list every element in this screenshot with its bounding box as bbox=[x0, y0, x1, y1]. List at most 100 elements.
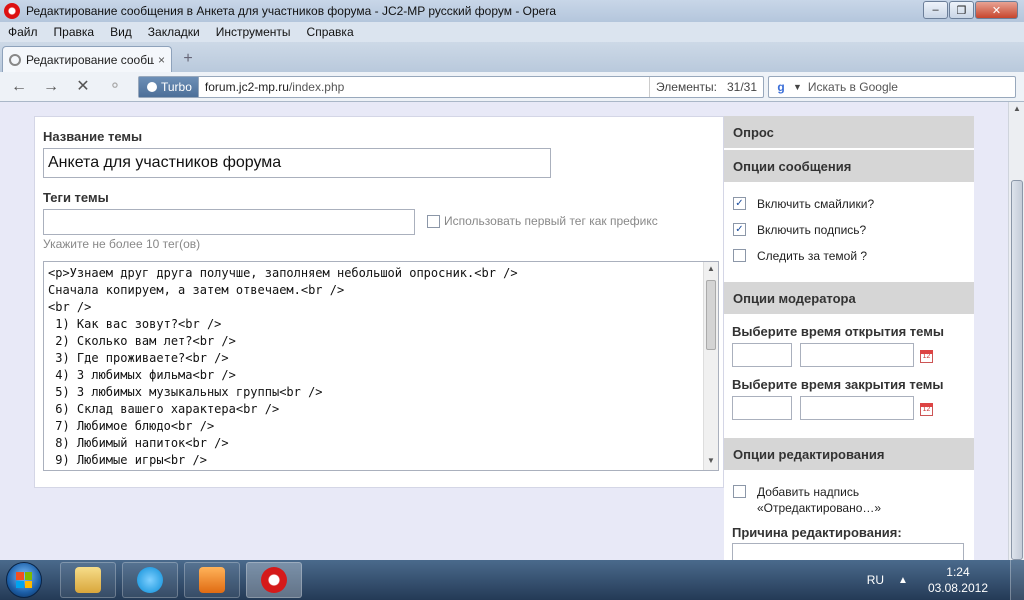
close-time-label: Выберите время закрытия темы bbox=[732, 377, 944, 392]
opera-icon bbox=[261, 567, 287, 593]
topic-tags-input[interactable] bbox=[43, 209, 415, 235]
tray-expand-icon[interactable]: ▲ bbox=[898, 575, 908, 586]
window-title: Редактирование сообщения в Анкета для уч… bbox=[26, 4, 557, 18]
poll-header[interactable]: Опрос bbox=[724, 116, 974, 148]
scroll-up-icon[interactable]: ▲ bbox=[1013, 104, 1021, 113]
editor-line[interactable]: 2) Сколько вам лет?<br /> bbox=[44, 333, 718, 350]
chevron-down-icon[interactable]: ▼ bbox=[793, 82, 802, 92]
windows-logo-icon bbox=[16, 572, 32, 588]
taskbar-opera[interactable] bbox=[246, 562, 302, 598]
editor-scroll-thumb[interactable] bbox=[706, 280, 716, 350]
editor-line[interactable]: 7) Любимое блюдо<br /> bbox=[44, 418, 718, 435]
calendar-icon[interactable]: 12 bbox=[920, 403, 933, 416]
elements-label: Элементы: bbox=[656, 80, 717, 94]
prefix-option[interactable]: Использовать первый тег как префикс bbox=[427, 214, 658, 228]
moderator-options-header: Опции модератора bbox=[724, 282, 974, 314]
menu-file[interactable]: Файл bbox=[0, 25, 46, 39]
taskbar: RU ▲ 1:24 03.08.2012 bbox=[0, 560, 1024, 600]
page-scrollbar[interactable]: ▲ bbox=[1008, 102, 1024, 560]
close-button[interactable]: ✕ bbox=[975, 1, 1018, 19]
option-subscribe[interactable]: Следить за темой ? bbox=[733, 248, 867, 264]
editor-line[interactable]: <br /> bbox=[44, 299, 718, 316]
subscribe-checkbox[interactable] bbox=[733, 249, 746, 262]
url-path: /index.php bbox=[288, 80, 345, 94]
turbo-label: Turbo bbox=[161, 80, 192, 94]
tags-hint: Укажите не более 10 тег(ов) bbox=[43, 237, 201, 251]
message-editor[interactable]: <p>Узнаем друг друга получше, заполняем … bbox=[43, 261, 719, 471]
menu-bar: Файл Правка Вид Закладки Инструменты Спр… bbox=[0, 22, 1024, 42]
taskbar-media-player[interactable] bbox=[184, 562, 240, 598]
google-icon[interactable]: g bbox=[773, 79, 789, 95]
language-indicator[interactable]: RU bbox=[867, 573, 884, 587]
topic-title-input[interactable]: Анкета для участников форума bbox=[43, 148, 551, 178]
menu-help[interactable]: Справка bbox=[299, 25, 362, 39]
navigation-bar: ← → ✕ ⚬ Turbo forum.jc2-mp.ru/index.php … bbox=[0, 72, 1024, 102]
turbo-button[interactable]: Turbo bbox=[139, 77, 199, 97]
message-options-header: Опции сообщения bbox=[724, 150, 974, 182]
menu-edit[interactable]: Правка bbox=[46, 25, 103, 39]
prefix-label: Использовать первый тег как префикс bbox=[444, 214, 658, 228]
close-date-input[interactable] bbox=[800, 396, 914, 420]
signature-checkbox[interactable]: ✓ bbox=[733, 223, 746, 236]
key-icon[interactable]: ⚬ bbox=[104, 77, 126, 97]
clock[interactable]: 1:24 03.08.2012 bbox=[928, 564, 988, 596]
editor-line[interactable]: 5) 3 любимых музыкальных группы<br /> bbox=[44, 384, 718, 401]
back-arrow-icon[interactable]: ← bbox=[8, 77, 30, 97]
window-controls: – ❐ ✕ bbox=[923, 1, 1018, 19]
menu-tools[interactable]: Инструменты bbox=[208, 25, 299, 39]
edit-options-header: Опции редактирования bbox=[724, 438, 974, 470]
smilies-checkbox[interactable]: ✓ bbox=[733, 197, 746, 210]
option-edit-note[interactable]: Добавить надпись «Отредактировано…» bbox=[733, 484, 881, 516]
clock-time: 1:24 bbox=[946, 565, 970, 579]
open-time-input[interactable] bbox=[732, 343, 792, 367]
editor-line[interactable]: 9) Любимые игры<br /> bbox=[44, 452, 718, 469]
edit-note-line2: «Отредактировано…» bbox=[757, 501, 882, 515]
taskbar-explorer[interactable] bbox=[60, 562, 116, 598]
skype-icon bbox=[137, 567, 163, 593]
editor-line[interactable]: 1) Как вас зовут?<br /> bbox=[44, 316, 718, 333]
forward-arrow-icon[interactable]: → bbox=[40, 77, 62, 97]
new-tab-button[interactable]: + bbox=[178, 50, 198, 68]
editor-line[interactable]: <p>Узнаем друг друга получше, заполняем … bbox=[44, 265, 718, 282]
show-desktop-button[interactable] bbox=[1010, 560, 1024, 600]
editor-line[interactable]: 8) Любимый напиток<br /> bbox=[44, 435, 718, 452]
menu-bookmarks[interactable]: Закладки bbox=[140, 25, 208, 39]
scroll-up-icon[interactable]: ▲ bbox=[707, 264, 715, 273]
maximize-button[interactable]: ❐ bbox=[949, 1, 974, 19]
topic-tags-label: Теги темы bbox=[43, 190, 109, 205]
minimize-button[interactable]: – bbox=[923, 1, 948, 19]
tab-close-icon[interactable]: × bbox=[158, 53, 165, 67]
close-time-input[interactable] bbox=[732, 396, 792, 420]
option-signature[interactable]: ✓ Включить подпись? bbox=[733, 222, 866, 238]
stop-icon[interactable]: ✕ bbox=[72, 77, 94, 97]
open-time-label: Выберите время открытия темы bbox=[732, 324, 944, 339]
editor-line[interactable]: 6) Склад вашего характера<br /> bbox=[44, 401, 718, 418]
option-smilies[interactable]: ✓ Включить смайлики? bbox=[733, 196, 874, 212]
calendar-icon[interactable]: 12 bbox=[920, 350, 933, 363]
editor-line[interactable]: 4) 3 любимых фильма<br /> bbox=[44, 367, 718, 384]
folder-icon bbox=[75, 567, 101, 593]
tab-edit-message[interactable]: Редактирование сообще… × bbox=[2, 46, 172, 72]
search-field[interactable]: g ▼ Искать в Google bbox=[768, 76, 1016, 98]
system-tray: RU ▲ 1:24 03.08.2012 bbox=[867, 560, 1024, 600]
url-text[interactable]: forum.jc2-mp.ru/index.php bbox=[199, 80, 344, 94]
opera-logo-icon[interactable] bbox=[4, 3, 20, 19]
taskbar-skype[interactable] bbox=[122, 562, 178, 598]
scroll-down-icon[interactable]: ▼ bbox=[707, 456, 715, 465]
editor-text[interactable]: <p>Узнаем друг друга получше, заполняем … bbox=[44, 262, 718, 469]
prefix-checkbox[interactable] bbox=[427, 214, 440, 228]
editor-line[interactable]: Сначала копируем, а затем отвечаем.<br /… bbox=[44, 282, 718, 299]
open-date-input[interactable] bbox=[800, 343, 914, 367]
edit-note-checkbox[interactable] bbox=[733, 485, 746, 498]
start-button[interactable] bbox=[6, 562, 42, 598]
elements-count: 31/31 bbox=[726, 80, 757, 94]
address-field[interactable]: Turbo forum.jc2-mp.ru/index.php Элементы… bbox=[138, 76, 764, 98]
turbo-icon bbox=[147, 82, 157, 92]
edit-reason-label: Причина редактирования: bbox=[732, 525, 902, 540]
page-scroll-thumb[interactable] bbox=[1011, 180, 1023, 560]
editor-scrollbar[interactable]: ▲ ▼ bbox=[703, 262, 718, 470]
editor-line[interactable]: 3) Где проживаете?<br /> bbox=[44, 350, 718, 367]
edit-reason-input[interactable] bbox=[732, 543, 964, 560]
menu-view[interactable]: Вид bbox=[102, 25, 140, 39]
subscribe-label: Следить за темой ? bbox=[757, 249, 868, 263]
